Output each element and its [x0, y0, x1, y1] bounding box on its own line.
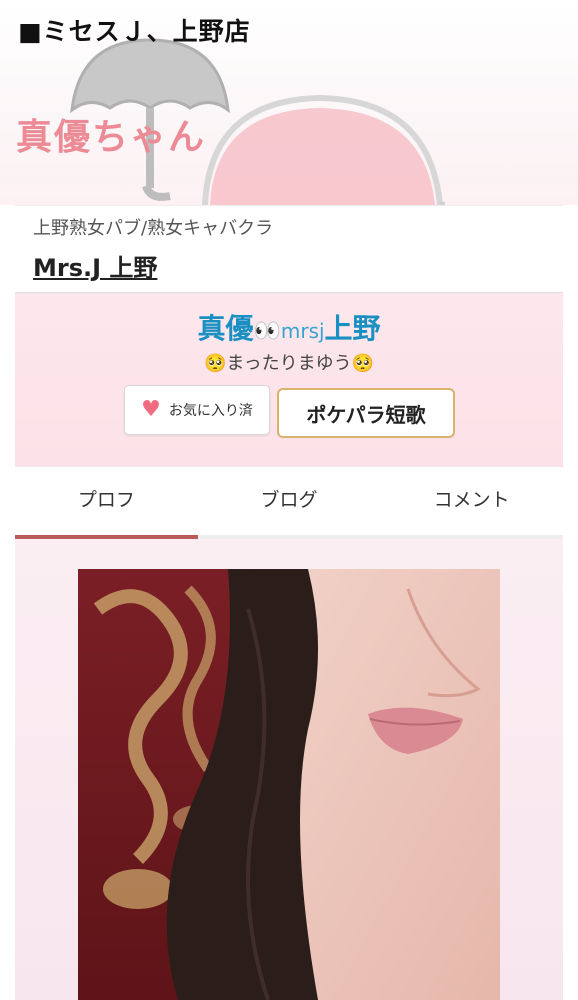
profile-header: 真優👀mrsj上野 🥺まったりまゆう🥺 ♥ お気に入り済 ポケパラ短歌: [15, 293, 563, 467]
cast-name: 真優ちゃん: [16, 117, 207, 158]
tab-blog[interactable]: ブログ: [198, 467, 381, 539]
shop-genre: 上野熟女パブ/熟女キャバクラ: [33, 218, 274, 239]
profile-name-sub: mrsj: [280, 319, 325, 343]
profile-tabs: プロフ ブログ コメント: [15, 467, 563, 539]
tab-comment-label: コメント: [433, 489, 510, 511]
tab-comment[interactable]: コメント: [380, 467, 563, 539]
profile-photo-image: [78, 569, 500, 1000]
favorite-button[interactable]: ♥ お気に入り済: [124, 385, 270, 435]
page-header: ■ミセスＪ、上野店 真優ちゃん: [0, 0, 578, 205]
profile-photo[interactable]: [78, 569, 500, 1000]
tab-blog-label: ブログ: [260, 489, 318, 511]
favorite-label: お気に入り済: [168, 403, 253, 419]
photo-area: [15, 539, 563, 1000]
tab-profile[interactable]: プロフ: [15, 467, 198, 539]
tab-profile-label: プロフ: [77, 489, 135, 511]
eyes-emoji-icon: 👀: [253, 319, 281, 344]
shop-title: ■ミセスＪ、上野店: [18, 17, 251, 46]
shop-info: 上野熟女パブ/熟女キャバクラ Mrs.J 上野: [15, 205, 563, 293]
profile-name: 真優👀mrsj上野: [15, 307, 563, 347]
tanka-label: ポケパラ短歌: [306, 402, 426, 427]
profile-name-end: 上野: [324, 312, 381, 345]
catchphrase: 🥺まったりまゆう🥺: [203, 353, 375, 374]
tanka-button[interactable]: ポケパラ短歌: [277, 388, 455, 438]
heart-icon: ♥: [141, 397, 161, 422]
profile-name-main: 真優: [197, 312, 254, 345]
shop-link[interactable]: Mrs.J 上野: [33, 248, 157, 283]
